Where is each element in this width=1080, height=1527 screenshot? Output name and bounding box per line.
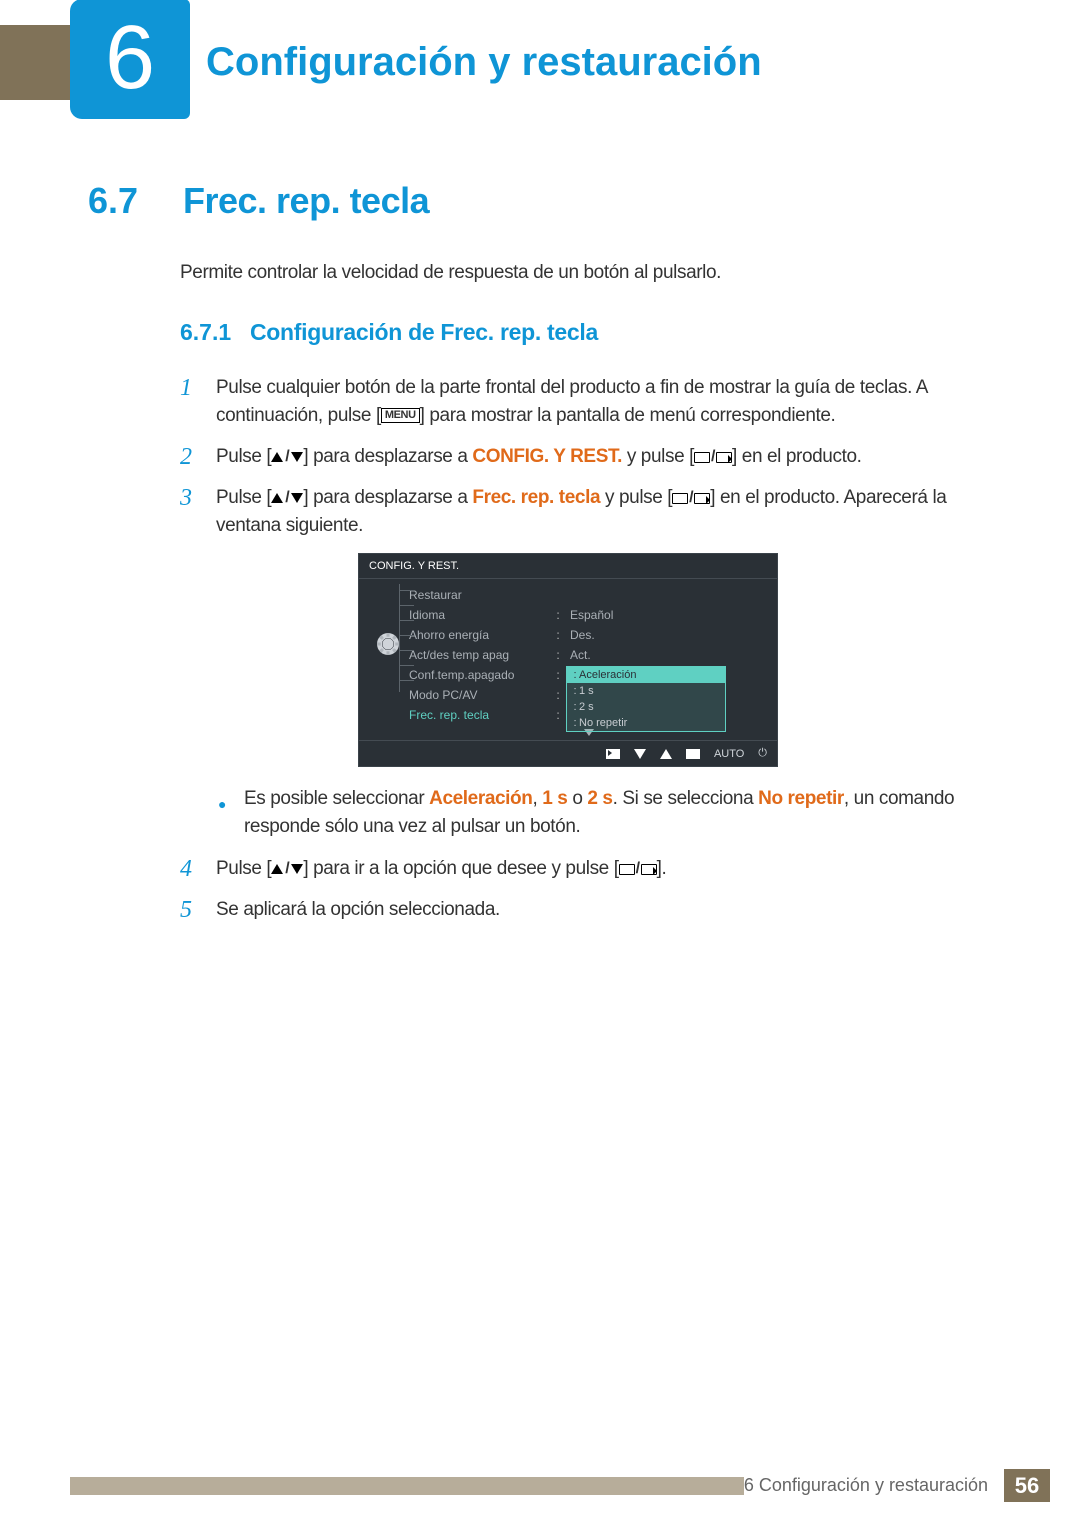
footer-chapter-text: 6 Configuración y restauración — [744, 1475, 996, 1496]
page-footer: 6 Configuración y restauración 56 — [0, 1469, 1080, 1502]
step-4: 4 Pulse [/] para ir a la opción que dese… — [180, 855, 1000, 883]
bullet-note: ● Es posible seleccionar Aceleración, 1 … — [218, 785, 1000, 841]
osd-option: 2 s — [579, 701, 594, 713]
osd-value: Des. — [562, 628, 595, 642]
page-number: 56 — [1004, 1469, 1050, 1502]
subsection-heading: 6.7.1 Configuración de Frec. rep. tecla — [180, 319, 1000, 346]
step-text: Pulse [ — [216, 858, 271, 879]
enter-icon: / — [694, 443, 732, 471]
section-number: 6.7 — [88, 180, 183, 222]
osd-value: Act. — [562, 648, 591, 662]
osd-option: Aceleración — [579, 669, 636, 681]
step-text: ]. — [657, 858, 667, 879]
step-text: ] para desplazarse a — [303, 487, 472, 508]
highlight-text: Aceleración — [429, 788, 532, 809]
enter-icon: / — [619, 855, 657, 883]
up-down-icon: / — [271, 443, 303, 471]
bullet-text: , — [532, 788, 542, 809]
step-2: 2 Pulse [/] para desplazarse a CONFIG. Y… — [180, 443, 1000, 471]
section-title: Frec. rep. tecla — [183, 180, 429, 222]
footer-bar — [70, 1477, 744, 1495]
step-text: ] en el producto. — [732, 446, 861, 467]
gear-icon — [377, 633, 399, 655]
chapter-number-badge: 6 — [70, 0, 190, 119]
bullet-text: Es posible seleccionar — [244, 788, 429, 809]
osd-title: CONFIG. Y REST. — [359, 554, 777, 579]
step-text: y pulse [ — [600, 487, 672, 508]
bullet-icon: ● — [218, 785, 244, 841]
osd-option: 1 s — [579, 685, 594, 697]
up-down-icon: / — [271, 855, 303, 883]
chapter-header: 6 Configuración y restauración — [0, 25, 1080, 100]
step-number: 2 — [180, 443, 216, 471]
osd-item: Act/des temp apag — [409, 648, 554, 662]
up-down-icon: / — [271, 484, 303, 512]
step-text: Se aplicará la opción seleccionada. — [216, 896, 1000, 924]
section-heading: 6.7 Frec. rep. tecla — [88, 180, 1000, 222]
step-3: 3 Pulse [/] para desplazarse a Frec. rep… — [180, 484, 1000, 540]
bullet-text: . Si se selecciona — [613, 788, 759, 809]
osd-item: Idioma — [409, 608, 554, 622]
subsection-number: 6.7.1 — [180, 319, 250, 346]
step-number: 3 — [180, 484, 216, 540]
osd-item-active: Frec. rep. tecla — [409, 708, 554, 722]
step-text: Pulse [ — [216, 446, 271, 467]
osd-dropdown: :Aceleración :1 s :2 s :No repetir — [566, 666, 726, 732]
enter-icon: / — [672, 484, 710, 512]
step-text: ] para ir a la opción que desee y pulse … — [303, 858, 618, 879]
osd-item: Modo PC/AV — [409, 688, 554, 702]
osd-item: Restaurar — [409, 588, 554, 602]
osd-item: Ahorro energía — [409, 628, 554, 642]
step-5: 5 Se aplicará la opción seleccionada. — [180, 896, 1000, 924]
step-number: 5 — [180, 896, 216, 924]
osd-item: Conf.temp.apagado — [409, 668, 554, 682]
osd-value: Español — [562, 608, 613, 622]
chapter-title: Configuración y restauración — [184, 25, 1080, 100]
highlight-text: 1 s — [542, 788, 567, 809]
highlight-text: CONFIG. Y REST. — [472, 446, 622, 467]
step-text: Pulse [ — [216, 487, 271, 508]
highlight-text: No repetir — [758, 788, 844, 809]
osd-option: No repetir — [579, 717, 627, 729]
subsection-title: Configuración de Frec. rep. tecla — [250, 319, 598, 346]
step-text: y pulse [ — [622, 446, 694, 467]
intro-text: Permite controlar la velocidad de respue… — [180, 262, 1000, 284]
step-text: ] para mostrar la pantalla de menú corre… — [420, 405, 836, 426]
osd-footer: AUTO ⏻ — [359, 740, 777, 766]
bullet-text: o — [567, 788, 587, 809]
osd-screenshot: CONFIG. Y REST. Restaurar Idioma:Español… — [358, 553, 1000, 767]
step-1: 1 Pulse cualquier botón de la parte fron… — [180, 374, 1000, 430]
step-text: ] para desplazarse a — [303, 446, 472, 467]
step-number: 4 — [180, 855, 216, 883]
step-number: 1 — [180, 374, 216, 430]
highlight-text: 2 s — [587, 788, 612, 809]
menu-key-icon: MENU — [381, 408, 420, 423]
highlight-text: Frec. rep. tecla — [472, 487, 600, 508]
osd-auto-label: AUTO — [714, 748, 744, 760]
